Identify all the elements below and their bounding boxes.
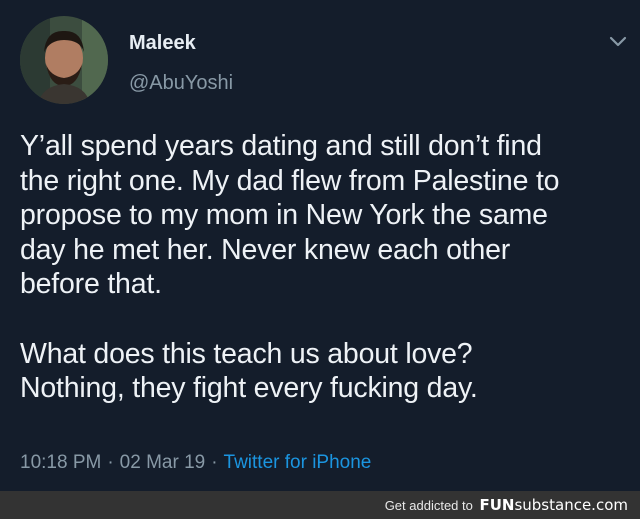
tweet-source-link[interactable]: Twitter for iPhone [224, 452, 372, 473]
watermark-footer: Get addicted to FUNsubstance.com [0, 491, 640, 519]
watermark-tagline: Get addicted to [384, 498, 473, 513]
separator: · [107, 452, 114, 473]
separator: · [211, 452, 218, 473]
user-handle[interactable]: @AbuYoshi [129, 71, 233, 95]
tweet-line: Nothing, they fight every fucking day. [20, 372, 478, 405]
tweet-line: What does this teach us about love? [20, 337, 473, 370]
tweet-paragraph: What does this teach us about love? Noth… [20, 337, 630, 406]
avatar-image [20, 16, 108, 104]
display-name[interactable]: Maleek [129, 31, 196, 55]
tweet-line: day he met her. Never knew each other [20, 233, 511, 266]
chevron-down-icon[interactable] [607, 31, 629, 53]
logo-rest: substance.com [514, 496, 628, 514]
avatar[interactable] [20, 16, 108, 104]
tweet-line: Y’all spend years dating and still don’t… [20, 130, 542, 162]
logo-fun: FUN [479, 496, 515, 514]
watermark-text: Get addicted to FUNsubstance.com [385, 497, 628, 514]
tweet-line: before that. [20, 268, 162, 301]
tweet-card: Maleek @AbuYoshi Y’all spend years datin… [0, 0, 640, 491]
tweet-date[interactable]: 02 Mar 19 [120, 452, 206, 473]
tweet-time[interactable]: 10:18 PM [20, 452, 101, 473]
tweet-line: propose to my mom in New York the same [20, 199, 548, 232]
funsubstance-logo[interactable]: FUNsubstance.com [479, 496, 628, 514]
tweet-paragraph: Y’all spend years dating and still don’t… [20, 129, 630, 302]
tweet-line: the right one. My dad flew from Palestin… [20, 164, 560, 197]
tweet-metadata: 10:18 PM · 02 Mar 19 · Twitter for iPhone [20, 451, 371, 475]
tweet-text: Y’all spend years dating and still don’t… [20, 129, 630, 406]
